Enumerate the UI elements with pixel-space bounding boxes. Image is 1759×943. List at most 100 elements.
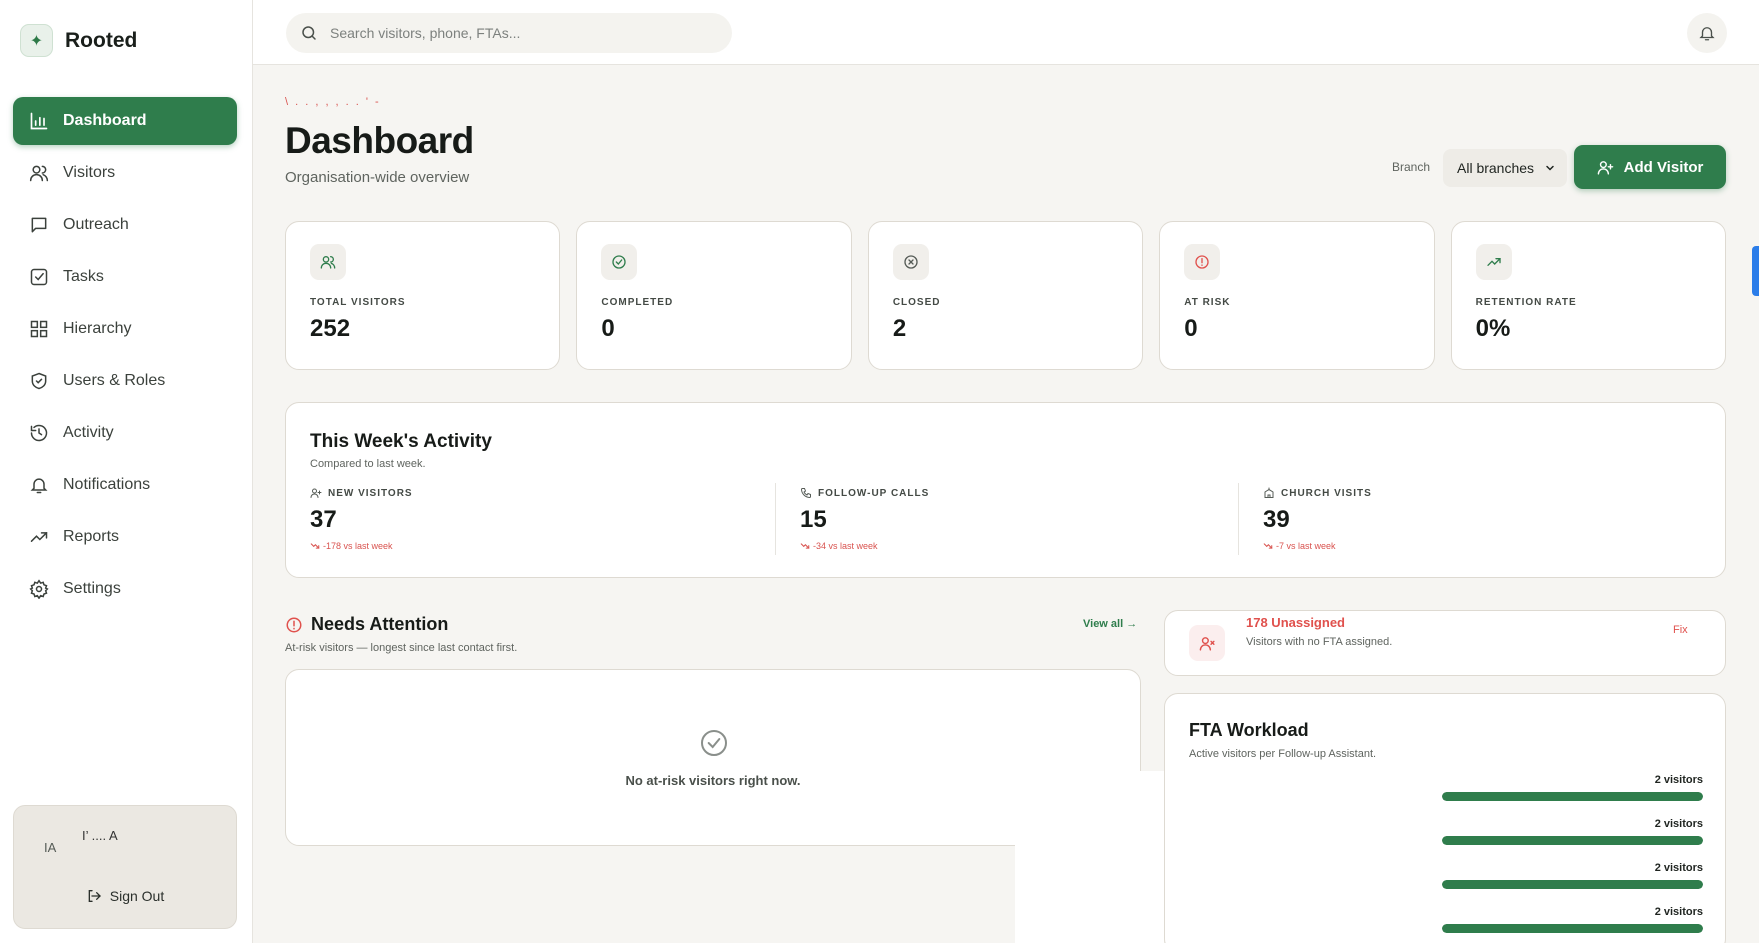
brand[interactable]: ✦ Rooted <box>20 24 137 57</box>
metric-label: NEW VISITORS <box>328 487 413 499</box>
stat-label: CLOSED <box>892 297 941 308</box>
avatar: IA <box>44 840 57 855</box>
message-icon <box>31 217 47 233</box>
trending-up-icon <box>1475 244 1512 280</box>
metric-delta: -34 vs last week <box>813 541 878 551</box>
sidebar-item-label: Tasks <box>63 268 104 285</box>
metric-value: 37 <box>310 506 337 533</box>
stat-label: TOTAL VISITORS <box>310 297 406 308</box>
stat-card-total-visitors: TOTAL VISITORS 252 <box>285 221 561 370</box>
shield-icon <box>31 372 47 390</box>
check-circle-icon <box>701 730 727 756</box>
sidebar-item-settings[interactable]: Settings <box>13 565 237 613</box>
unassigned-alert-card: 178 Unassigned Visitors with no FTA assi… <box>1164 610 1726 676</box>
sidebar-item-label: Settings <box>63 580 121 597</box>
sidebar-item-label: Notifications <box>63 476 151 493</box>
stat-label: AT RISK <box>1184 297 1231 308</box>
unassigned-subtitle: Visitors with no FTA assigned. <box>1246 636 1393 648</box>
sidebar-item-reports[interactable]: Reports <box>13 513 237 561</box>
page-subtitle: Organisation-wide overview <box>285 169 470 186</box>
sidebar-item-notifications[interactable]: Notifications <box>13 461 237 509</box>
chevron-down-icon <box>1546 165 1554 171</box>
topbar <box>253 0 1759 65</box>
fta-workload-row: 2 visitors <box>1442 818 1703 850</box>
fta-workload-subtitle: Active visitors per Follow-up Assistant. <box>1189 748 1377 760</box>
fta-workload-card: FTA Workload Active visitors per Follow-… <box>1164 693 1726 943</box>
sparkle-logo-icon: ✦ <box>20 24 53 57</box>
fta-visitor-count: 2 visitors <box>1654 774 1703 786</box>
bell-icon <box>30 478 48 494</box>
metric-new-visitors: NEW VISITORS 37 -178 vs last week <box>286 483 726 555</box>
fta-workload-bar <box>1442 880 1703 889</box>
fta-workload-title: FTA Workload <box>1189 720 1309 740</box>
empty-state-text: No at-risk visitors right now. <box>625 773 801 788</box>
sidebar-item-label: Dashboard <box>63 112 147 129</box>
branch-select[interactable]: All branches <box>1443 149 1567 187</box>
church-icon <box>1264 487 1274 498</box>
weekly-activity-subtitle: Compared to last week. <box>310 458 426 470</box>
stat-card-completed: COMPLETED 0 <box>576 221 852 370</box>
user-name: I’ .... A <box>82 828 118 843</box>
stat-card-retention-rate: RETENTION RATE 0% <box>1450 221 1727 370</box>
fix-link[interactable]: Fix <box>1673 624 1688 636</box>
add-visitor-label: Add Visitor <box>1623 158 1704 176</box>
trending-down-icon <box>310 543 320 549</box>
stat-cards: TOTAL VISITORS 252 COMPLETED 0 CLOSED 2 … <box>285 221 1727 370</box>
metric-follow-up-calls: FOLLOW-UP CALLS 15 -34 vs last week <box>775 483 1215 555</box>
sidebar-item-label: Visitors <box>63 164 116 181</box>
search-bar[interactable] <box>286 13 732 53</box>
sidebar-item-tasks[interactable]: Tasks <box>13 253 237 301</box>
fta-visitor-count: 2 visitors <box>1654 862 1703 874</box>
users-icon <box>29 165 49 182</box>
add-visitor-button[interactable]: Add Visitor <box>1574 145 1726 189</box>
sidebar-item-label: Activity <box>63 424 114 441</box>
notifications-button[interactable] <box>1687 13 1727 53</box>
search-input[interactable] <box>330 25 710 41</box>
sidebar-item-visitors[interactable]: Visitors <box>13 149 237 197</box>
sidebar-item-label: Hierarchy <box>63 320 132 337</box>
sidebar-item-activity[interactable]: Activity <box>13 409 237 457</box>
weekly-activity-card: This Week's Activity Compared to last we… <box>285 402 1726 578</box>
sidebar-item-dashboard[interactable]: Dashboard <box>13 97 237 145</box>
stat-value: 0% <box>1475 315 1511 342</box>
fta-workload-row: 2 visitors <box>1442 906 1703 938</box>
metric-label: FOLLOW-UP CALLS <box>818 487 930 499</box>
metric-delta: -7 vs last week <box>1276 541 1336 551</box>
gear-icon <box>29 579 49 599</box>
trending-down-icon <box>800 543 810 549</box>
branch-select-value: All branches <box>1457 160 1535 176</box>
metric-value: 39 <box>1263 506 1290 533</box>
sidebar-item-hierarchy[interactable]: Hierarchy <box>13 305 237 353</box>
fta-workload-bar-fill <box>1442 792 1703 801</box>
stat-value: 0 <box>601 315 615 342</box>
stat-label: COMPLETED <box>601 297 674 308</box>
x-circle-icon <box>892 244 929 280</box>
metric-church-visits: CHURCH VISITS 39 -7 vs last week <box>1238 483 1678 555</box>
user-plus-icon <box>1597 160 1613 175</box>
sidebar-item-label: Reports <box>63 528 120 545</box>
check-circle-icon <box>601 244 638 280</box>
stat-card-closed: CLOSED 2 <box>867 221 1144 370</box>
trending-down-icon <box>1263 543 1273 549</box>
weekly-activity-title: This Week's Activity <box>310 431 492 452</box>
sign-out-button[interactable]: Sign Out <box>14 888 236 904</box>
needs-attention-title: Needs Attention <box>311 614 449 634</box>
stat-value: 2 <box>892 315 907 342</box>
fta-visitor-count: 2 visitors <box>1654 818 1703 830</box>
view-all-link[interactable]: View all → <box>1083 618 1137 630</box>
stat-value: 0 <box>1184 315 1198 342</box>
sidebar-item-label: Users & Roles <box>63 372 166 389</box>
fta-workload-row: 2 visitors <box>1442 774 1703 806</box>
user-plus-icon <box>310 488 322 498</box>
sidebar-item-outreach[interactable]: Outreach <box>13 201 237 249</box>
overlay-panel <box>1015 771 1164 943</box>
at-risk-list-panel: No at-risk visitors right now. <box>285 669 1141 846</box>
unassigned-title: 178 Unassigned <box>1246 615 1345 630</box>
fta-visitor-count: 2 visitors <box>1654 906 1703 918</box>
phone-icon <box>800 488 811 499</box>
scrollbar[interactable] <box>1752 246 1759 296</box>
sidebar-item-users-roles[interactable]: Users & Roles <box>13 357 237 405</box>
user-x-icon <box>1189 625 1225 661</box>
fta-workload-bar <box>1442 836 1703 845</box>
breadcrumb: \ . . , , , . . ' - <box>285 96 381 108</box>
